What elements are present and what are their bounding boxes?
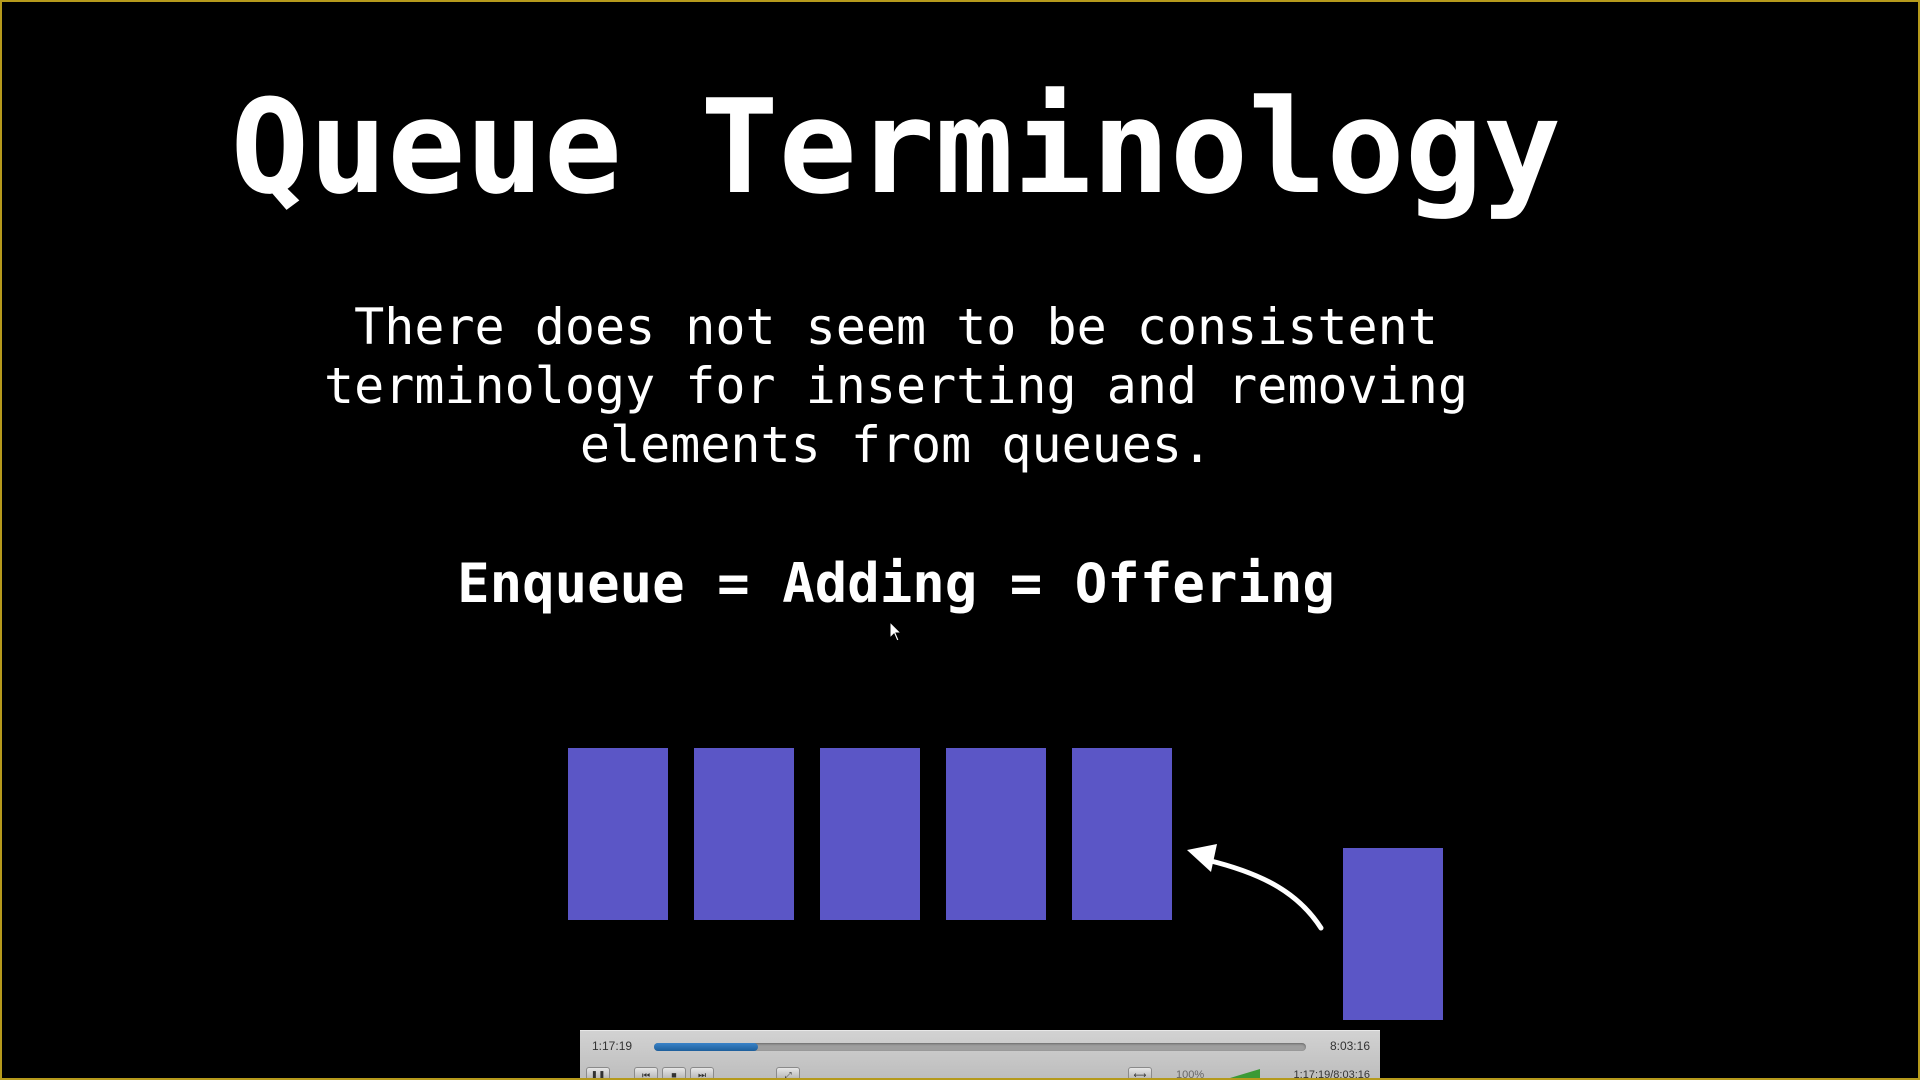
combined-time: 1:17:19/8:03:16 xyxy=(1293,1069,1370,1080)
body-line-2: terminology for inserting and removing xyxy=(324,357,1468,415)
seek-progress xyxy=(654,1043,759,1051)
body-line-3: elements from queues. xyxy=(579,416,1213,474)
elapsed-time: 1:17:19 xyxy=(592,1039,633,1053)
next-button[interactable]: ⏭ xyxy=(690,1067,714,1078)
pause-button[interactable]: ❚❚ xyxy=(586,1067,610,1078)
seek-bar[interactable] xyxy=(654,1043,1306,1051)
queue-element xyxy=(946,748,1046,920)
previous-button[interactable]: ⏮ xyxy=(634,1067,658,1078)
incoming-queue-element xyxy=(1343,848,1443,1020)
volume-slider[interactable] xyxy=(1220,1069,1260,1078)
slide-body: There does not seem to be consistent ter… xyxy=(2,298,1790,475)
loop-button[interactable]: ⟷ xyxy=(1128,1067,1152,1078)
total-time: 8:03:16 xyxy=(1329,1039,1370,1053)
video-frame: Queue Terminology There does not seem to… xyxy=(0,0,1920,1080)
video-player-controls: 1:17:19 8:03:16 ❚❚ ⏮ ■ ⏭ ⤢ ⟷ 100% 1:17:1… xyxy=(580,1030,1380,1080)
queue-element xyxy=(568,748,668,920)
curved-arrow-icon xyxy=(1187,844,1324,931)
queue-element xyxy=(820,748,920,920)
queue-element xyxy=(1072,748,1172,920)
stop-button[interactable]: ■ xyxy=(662,1067,686,1078)
body-line-1: There does not seem to be consistent xyxy=(354,298,1438,356)
queue-element xyxy=(694,748,794,920)
slide-title: Queue Terminology xyxy=(230,71,1562,223)
zoom-level: 100% xyxy=(1176,1069,1205,1080)
enqueue-equation: Enqueue = Adding = Offering xyxy=(457,552,1335,615)
fullscreen-button[interactable]: ⤢ xyxy=(776,1067,800,1078)
mouse-cursor-icon xyxy=(889,621,903,642)
